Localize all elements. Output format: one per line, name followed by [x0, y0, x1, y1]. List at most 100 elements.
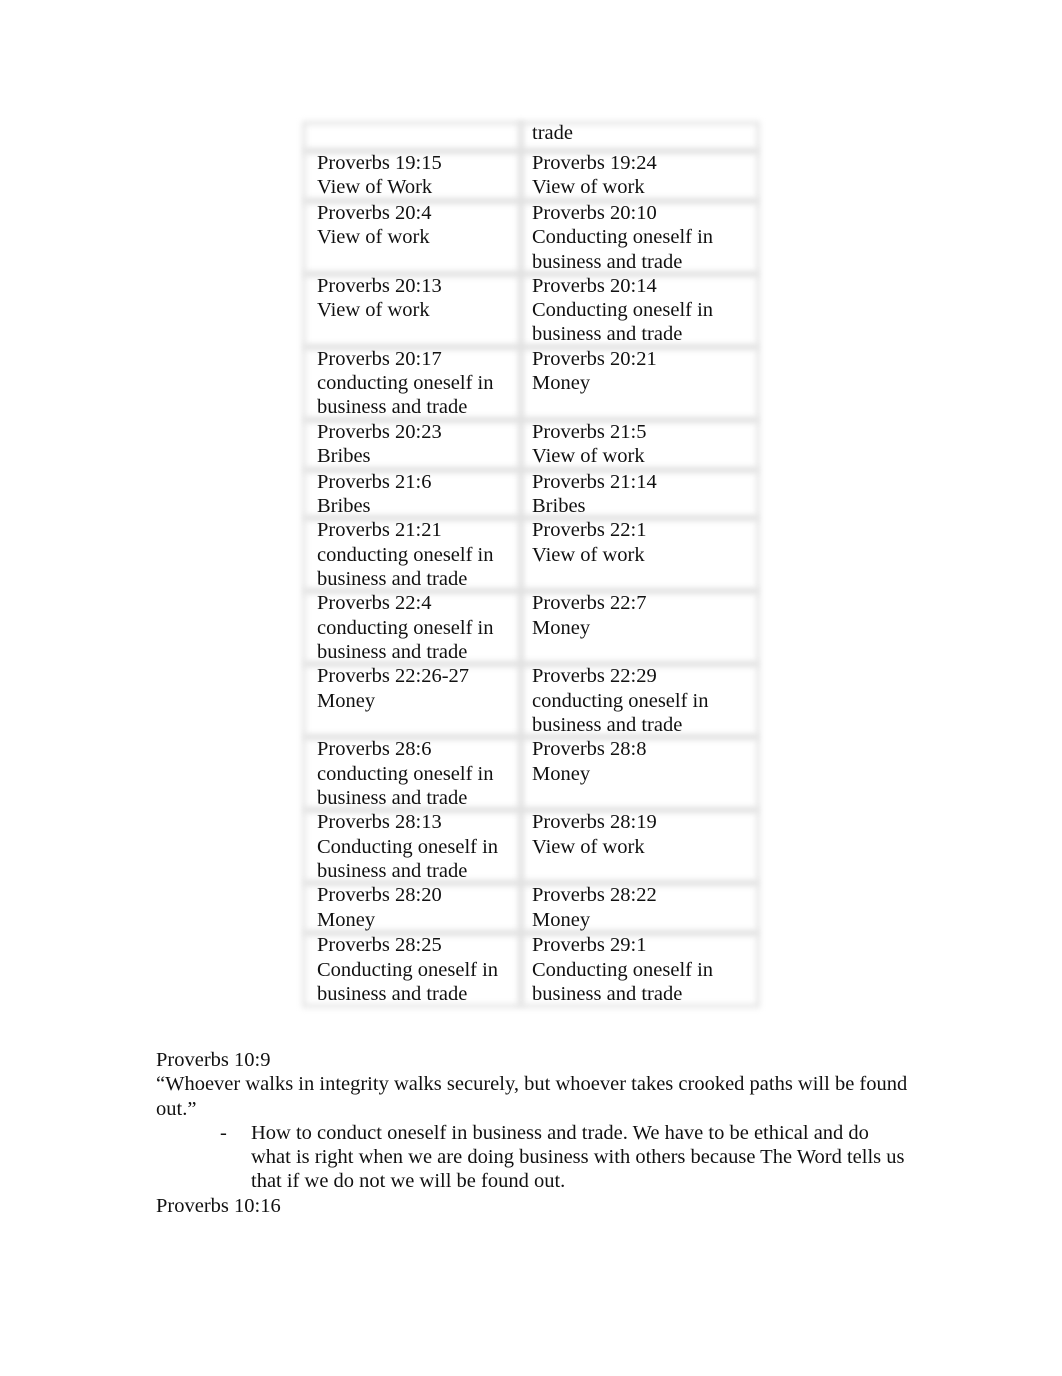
table-cell-left: Proverbs 28:25 Conducting oneself in busi…	[304, 933, 518, 1006]
verse-reference: Proverbs 21:14	[532, 470, 657, 493]
verse-topic: Bribes	[317, 445, 371, 468]
table-cell-left: Proverbs 20:23 Bribes	[304, 420, 518, 470]
verse-topic: View of Work	[317, 176, 433, 199]
verse-reference: Proverbs 20:10	[532, 202, 657, 224]
verse-quote: “Whoever walks in integrity walks secure…	[156, 1073, 908, 1120]
proverbs-table: trade Proverbs 19:15 View of Work Proverbs …	[302, 121, 760, 1009]
table-cell-right: Proverbs 22:7 Money	[518, 591, 758, 664]
verse-reference: Proverbs 22:1	[532, 519, 647, 542]
verse-reference: Proverbs 28:8	[532, 738, 647, 761]
table-cell-right: Proverbs 28:8 Money	[518, 737, 758, 810]
verse-reference: Proverbs 22:7	[532, 592, 647, 615]
table-cell-left: Proverbs 19:15 View of Work	[304, 151, 518, 201]
table-cell-left: Proverbs 28:6 conducting oneself in busin…	[304, 737, 518, 810]
verse-reference: Proverbs 20:13	[317, 274, 442, 297]
bullet-marker: -	[220, 1121, 227, 1144]
table-cell-left: Proverbs 28:20 Money	[304, 883, 518, 933]
verse-reference: Proverbs 21:5	[532, 420, 647, 443]
verse-reference: Proverbs 20:23	[317, 420, 442, 443]
table-cell-left: Proverbs 20:13 View of work	[304, 274, 518, 347]
verse-topic: Money	[532, 908, 591, 931]
verse-reference: Proverbs 20:17	[317, 347, 442, 370]
table-cell-left: Proverbs 20:17 conducting oneself in busi…	[304, 347, 518, 420]
verse-topic: Money	[317, 908, 376, 931]
verse-topic: Bribes	[317, 495, 371, 518]
verse-topic: View of work	[532, 543, 645, 566]
table-row: Proverbs 22:26-27 Money Proverbs 22:29 cond…	[304, 664, 758, 737]
verse-topic: Money	[317, 689, 376, 712]
verse-topic: Money	[532, 372, 591, 395]
verse-reference: Proverbs 21:6	[317, 470, 432, 493]
verse-topic: View of work	[317, 226, 430, 249]
verse-topic: conducting oneself in business and trade	[317, 616, 494, 663]
table-cell-right: Proverbs 20:10 Conducting oneself in busi…	[518, 201, 758, 274]
table-body: trade Proverbs 19:15 View of Work Proverbs …	[304, 121, 758, 1006]
bullet-item: - How to conduct oneself in business and…	[156, 1121, 911, 1194]
table-cell-left: Proverbs 21:21 conducting oneself in busi…	[304, 518, 518, 591]
table-cell-left: Proverbs 20:4 View of work	[304, 201, 518, 274]
verse-reference: Proverbs 21:21	[317, 519, 442, 542]
table-cell-left	[304, 121, 518, 151]
verse-topic: conducting oneself in business and trade	[317, 543, 494, 590]
table-cell-left: Proverbs 22:4 conducting oneself in busin…	[304, 591, 518, 664]
table-row: Proverbs 28:25 Conducting oneself in busi…	[304, 933, 758, 1006]
verse-reference: Proverbs 28:22	[532, 884, 657, 907]
verse-reference: Proverbs 28:20	[317, 884, 442, 907]
table-cell-right: Proverbs 21:14 Bribes	[518, 470, 758, 519]
verse-reference: Proverbs 28:13	[317, 811, 442, 834]
verse-reference: Proverbs 22:26-27	[317, 665, 470, 688]
table-cell-right: Proverbs 19:24 View of work	[518, 151, 758, 201]
table-row: Proverbs 20:23 Bribes Proverbs 21:5 View of…	[304, 420, 758, 470]
verse-reference: Proverbs 28:25	[317, 934, 442, 957]
verse-reference: Proverbs 20:21	[532, 347, 657, 370]
verse-topic: Conducting oneself in business and trade	[317, 958, 499, 1005]
table-row: Proverbs 28:6 conducting oneself in busin…	[304, 737, 758, 810]
verse-reference: Proverbs 29:1	[532, 934, 647, 957]
verse-reference: Proverbs 28:6	[317, 738, 432, 761]
table-cell-left: Proverbs 21:6 Bribes	[304, 470, 518, 519]
notes-section: Proverbs 10:9 “Whoever walks in integrit…	[156, 1048, 916, 1218]
table-cell-left: Proverbs 22:26-27 Money	[304, 664, 518, 737]
table-cell-left: Proverbs 28:13 Conducting oneself in busi…	[304, 810, 518, 883]
verse-topic: Conducting oneself in business and trade	[317, 835, 499, 882]
verse-heading: Proverbs 10:9	[156, 1049, 271, 1071]
verse-topic: View of work	[532, 835, 645, 858]
verse-topic: Conducting oneself in business and trade	[532, 299, 714, 346]
verse-reference: trade	[532, 122, 573, 144]
table-row: Proverbs 20:17 conducting oneself in busi…	[304, 347, 758, 420]
table-cell-right: Proverbs 20:21 Money	[518, 347, 758, 420]
verse-reference: Proverbs 19:24	[532, 152, 657, 174]
table-row: trade	[304, 121, 758, 151]
table-cell-right: Proverbs 22:1 View of work	[518, 518, 758, 591]
table-row: Proverbs 21:6 Bribes Proverbs 21:14 Bribes	[304, 470, 758, 519]
table-row: Proverbs 19:15 View of Work Proverbs 19:24…	[304, 151, 758, 201]
verse-topic: View of work	[532, 445, 645, 468]
table-cell-right: trade	[518, 121, 758, 151]
verse-topic: Conducting oneself in business and trade	[532, 958, 714, 1005]
table-row: Proverbs 28:20 Money Proverbs 28:22 Money	[304, 883, 758, 933]
table-cell-right: Proverbs 20:14 Conducting oneself in busi…	[518, 274, 758, 347]
verse-reference: Proverbs 22:29	[532, 665, 657, 688]
verse-reference: Proverbs 19:15	[317, 152, 442, 174]
table-cell-right: Proverbs 21:5 View of work	[518, 420, 758, 470]
document-page: trade Proverbs 19:15 View of Work Proverbs …	[0, 0, 1062, 1376]
table-cell-right: Proverbs 29:1 Conducting oneself in busin…	[518, 933, 758, 1006]
verse-topic: View of work	[317, 299, 430, 322]
table-row: Proverbs 21:21 conducting oneself in busi…	[304, 518, 758, 591]
verse-topic: Money	[532, 762, 591, 785]
verse-topic: conducting oneself in business and trade	[317, 372, 494, 419]
verse-reference: Proverbs 20:14	[532, 274, 657, 297]
table-row: Proverbs 20:4 View of work Proverbs 20:10 C…	[304, 201, 758, 274]
bullet-text: How to conduct oneself in business and t…	[251, 1121, 905, 1193]
verse-topic: View of work	[532, 176, 645, 199]
verse-heading: Proverbs 10:16	[156, 1194, 281, 1217]
verse-topic: Money	[532, 616, 591, 639]
verse-topic: conducting oneself in business and trade	[532, 689, 709, 736]
verse-topic: Bribes	[532, 495, 586, 518]
table-row: Proverbs 28:13 Conducting oneself in busi…	[304, 810, 758, 883]
table-row: Proverbs 22:4 conducting oneself in busin…	[304, 591, 758, 664]
verse-reference: Proverbs 28:19	[532, 811, 657, 834]
table-cell-right: Proverbs 22:29 conducting oneself in busi…	[518, 664, 758, 737]
verse-reference: Proverbs 20:4	[317, 202, 432, 224]
table-cell-right: Proverbs 28:22 Money	[518, 883, 758, 933]
